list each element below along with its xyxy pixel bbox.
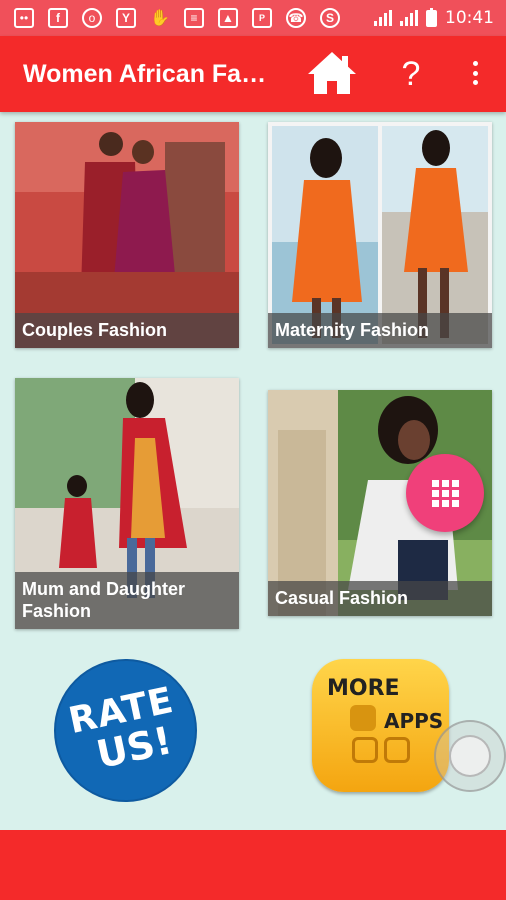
category-caption: Mum and Daughter Fashion [15,572,239,629]
category-caption: Casual Fashion [268,581,492,616]
yelp-icon: Y [116,8,136,28]
rate-us-button[interactable]: RATE US! [54,659,197,802]
dot-icon [472,70,478,76]
grid-menu-button[interactable] [406,454,484,532]
more-apps-line2: APPS [384,709,444,733]
chat-icon: ≡ [184,8,204,28]
clock: 10:41 [445,8,494,28]
overflow-menu-button[interactable] [464,58,486,88]
dot-icon [472,61,478,66]
app-title: Women African Fa… [23,60,267,88]
category-card-maternity[interactable]: Maternity Fashion [268,122,492,348]
home-icon [308,52,356,94]
more-apps-button[interactable]: MORE APPS [312,659,449,792]
signal-icon [374,10,392,26]
dot-icon [472,80,478,85]
assistive-touch-icon [449,735,491,777]
category-caption: Maternity Fashion [268,313,492,348]
facebook-icon: f [48,8,68,28]
rate-us-label: RATE US! [56,661,195,800]
home-button[interactable] [306,50,358,96]
category-card-mum-daughter[interactable]: Mum and Daughter Fashion [15,378,239,629]
assistive-touch-button[interactable] [434,720,506,792]
vpn-icon: S [320,8,340,28]
app-square-icon [384,737,410,763]
category-caption: Couples Fashion [15,313,239,348]
signal-icon-2 [400,10,418,26]
chrome-icon: o [82,8,102,28]
image-icon: ▲ [218,8,238,28]
category-card-couples[interactable]: Couples Fashion [15,122,239,348]
bottom-banner [0,830,506,900]
pdf-icon: P [252,8,272,28]
help-button[interactable]: ? [396,54,426,94]
message-icon: •• [14,8,34,28]
grid-icon [431,479,439,487]
app-bar: Women African Fa… ? [0,36,506,112]
app-square-icon [352,737,378,763]
whatsapp-icon: ☎ [286,8,306,28]
status-bar: •• f o Y ✋ ≡ ▲ P ☎ S 10:41 [0,0,506,36]
hand-icon: ✋ [150,10,170,27]
more-apps-line1: MORE [327,676,400,701]
battery-icon [426,7,437,27]
app-square-icon [350,705,376,731]
help-icon: ? [401,55,421,93]
